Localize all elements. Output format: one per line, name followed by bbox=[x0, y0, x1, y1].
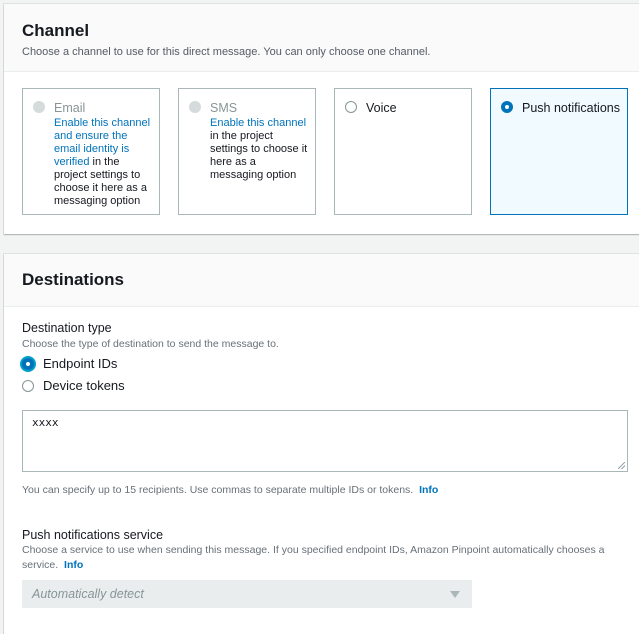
channel-option-voice[interactable]: Voice bbox=[334, 88, 472, 215]
destinations-header: Destinations bbox=[4, 254, 639, 307]
channel-description: Choose a channel to use for this direct … bbox=[22, 46, 431, 58]
option-device-tokens[interactable]: Device tokens bbox=[22, 378, 125, 393]
voice-radio[interactable] bbox=[345, 101, 357, 113]
sms-label: SMS bbox=[210, 101, 238, 115]
channel-option-email: Email Enable this channel and ensure the… bbox=[22, 88, 160, 215]
recipients-value: xxxx bbox=[32, 416, 59, 429]
destinations-panel: Destinations Destination type Choose the… bbox=[4, 254, 639, 634]
device-tokens-label: Device tokens bbox=[43, 378, 125, 393]
destination-type-label: Destination type bbox=[22, 321, 112, 335]
device-tokens-radio[interactable] bbox=[22, 379, 34, 392]
channel-header: Channel Choose a channel to use for this… bbox=[4, 4, 639, 72]
caret-down-icon bbox=[450, 591, 460, 598]
option-endpoint-ids[interactable]: Endpoint IDs bbox=[22, 356, 117, 371]
endpoint-ids-label: Endpoint IDs bbox=[43, 356, 118, 371]
push-service-label: Push notifications service bbox=[22, 528, 164, 542]
push-service-description-text: Choose a service to use when sending thi… bbox=[22, 544, 605, 571]
sms-help-text: in the project settings to choose it her… bbox=[210, 130, 308, 181]
voice-label: Voice bbox=[366, 101, 397, 115]
recipients-hint-text: You can specify up to 15 recipients. Use… bbox=[22, 484, 414, 496]
enable-sms-link[interactable]: Enable this channel bbox=[210, 117, 306, 129]
recipients-hint: You can specify up to 15 recipients. Use… bbox=[22, 483, 438, 498]
channel-panel: Channel Choose a channel to use for this… bbox=[4, 4, 639, 234]
email-label: Email bbox=[54, 101, 86, 115]
push-service-value: Automatically detect bbox=[32, 587, 144, 601]
sms-radio bbox=[189, 101, 201, 113]
email-radio bbox=[33, 101, 45, 113]
destinations-title: Destinations bbox=[22, 270, 125, 289]
resize-grip-icon[interactable] bbox=[618, 462, 625, 469]
channel-option-push[interactable]: Push notifications bbox=[490, 88, 628, 215]
endpoint-ids-radio[interactable] bbox=[22, 357, 34, 370]
channel-option-sms: SMS Enable this channel in the project s… bbox=[178, 88, 316, 215]
destination-type-description: Choose the type of destination to send t… bbox=[22, 338, 279, 350]
push-service-description: Choose a service to use when sending thi… bbox=[22, 543, 634, 573]
recipients-textarea[interactable]: xxxx bbox=[22, 410, 628, 472]
push-service-info-link[interactable]: Info bbox=[64, 559, 83, 571]
channel-title: Channel bbox=[22, 21, 90, 40]
push-radio[interactable] bbox=[501, 101, 513, 113]
push-service-select[interactable]: Automatically detect bbox=[22, 580, 472, 608]
push-label: Push notifications bbox=[522, 101, 620, 115]
recipients-info-link[interactable]: Info bbox=[419, 484, 438, 496]
